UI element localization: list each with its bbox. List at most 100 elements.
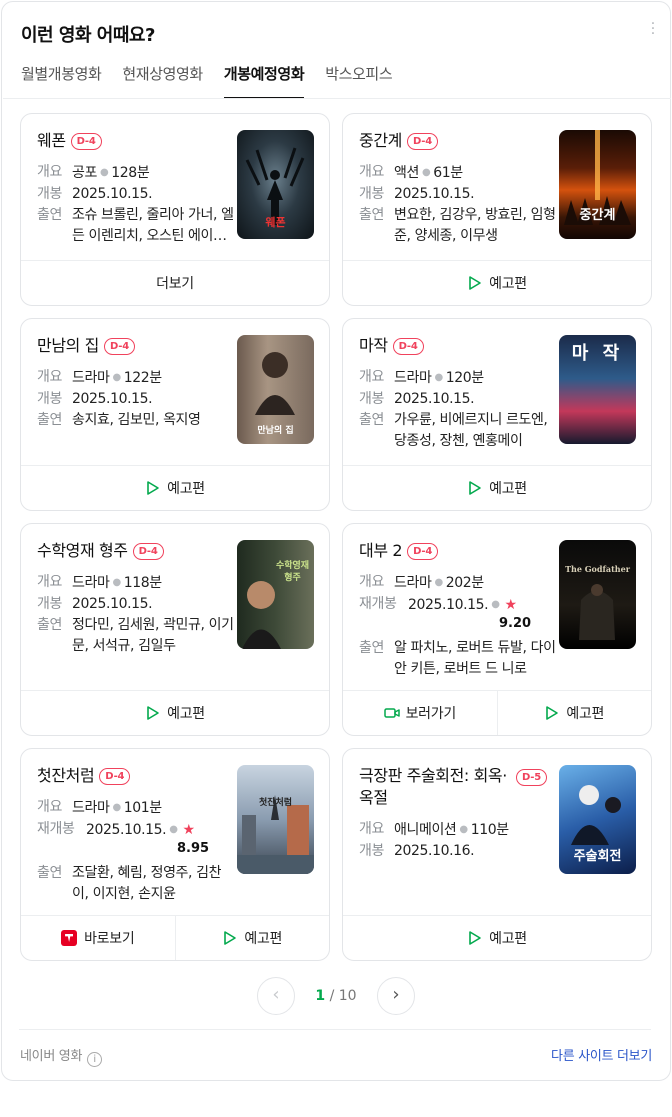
movie-card[interactable]: 수학영재 형주 D-4 개요 드라마 ● 118분 개봉 2025.10.15. 출연 정다…: [20, 523, 330, 736]
release-label: 개봉: [37, 596, 62, 612]
runtime-value: 120분: [445, 370, 484, 386]
release-label: 개봉: [37, 186, 62, 202]
rating-score: 9.20: [499, 616, 532, 631]
trailer-button[interactable]: 예고편: [343, 261, 651, 305]
trailer-button[interactable]: 예고편: [174, 916, 330, 960]
watch-button[interactable]: 보러가기: [343, 691, 497, 735]
genre-label: 개요: [359, 821, 384, 837]
tab-monthly-release[interactable]: 월별개봉영화: [21, 62, 102, 99]
current-page: 1: [315, 988, 326, 1004]
prev-page-button[interactable]: ‹: [257, 977, 295, 1015]
genre-label: 개요: [37, 164, 62, 180]
movie-card[interactable]: 웨폰 D-4 개요 공포 ● 128분 개봉 2025.10.15. 출연 조슈 브롤린, …: [20, 113, 330, 306]
cast-value: 알 파치노, 로버트 듀발, 다이안 키튼, 로버트 드 니로: [394, 640, 556, 677]
genre-value: 드라마: [72, 575, 110, 591]
genre-value: 애니메이션: [394, 822, 457, 838]
release-label: 개봉: [359, 391, 384, 407]
d-day-badge: D-4: [407, 543, 439, 560]
movie-poster[interactable]: 웨폰: [237, 130, 314, 239]
release-date: 2025.10.15.: [72, 391, 153, 407]
tab-upcoming[interactable]: 개봉예정영화: [223, 62, 305, 99]
play-icon: [147, 706, 159, 720]
movie-title[interactable]: 첫잔처럼 D-4: [37, 765, 237, 787]
runtime-value: 122분: [123, 370, 162, 386]
movie-title[interactable]: 극장판 주술회전: 회옥·옥절: [359, 765, 519, 809]
more-button[interactable]: 더보기: [21, 261, 329, 305]
genre-value: 드라마: [394, 370, 432, 386]
movie-poster[interactable]: 중간계: [559, 130, 636, 239]
page-indicator: 1 / 10: [295, 977, 377, 1015]
info-icon[interactable]: i: [87, 1052, 103, 1067]
movie-title[interactable]: 중간계 D-4: [359, 130, 559, 152]
cast-value: 조달환, 혜림, 정영주, 김찬이, 이지현, 손지윤: [72, 865, 222, 902]
release-date: 2025.10.15.: [408, 597, 489, 613]
movie-poster[interactable]: 만남의 집: [237, 335, 314, 444]
runtime-value: 101분: [123, 800, 162, 816]
movie-card[interactable]: 첫잔처럼 D-4 개요 드라마 ● 101분 재개봉 2025.10.15. ● ★ 출연 조달…: [20, 748, 330, 961]
genre-label: 개요: [359, 164, 384, 180]
more-options-icon[interactable]: · · ·: [650, 17, 656, 41]
runtime-value: 118분: [123, 575, 162, 591]
tab-box-office[interactable]: 박스오피스: [325, 62, 392, 99]
cast-value: 송지효, 김보민, 옥지영: [72, 412, 201, 428]
star-icon: ★: [182, 822, 196, 838]
movie-poster[interactable]: 수학영재 형주: [237, 540, 314, 649]
trailer-button[interactable]: 예고편: [343, 466, 651, 510]
other-sites-link[interactable]: 다른 사이트 더보기: [551, 1045, 652, 1064]
trailer-button[interactable]: 예고편: [21, 466, 329, 510]
movie-title[interactable]: 웨폰 D-4: [37, 130, 237, 152]
movie-card[interactable]: 대부 2 D-4 개요 드라마 ● 202분 재개봉 2025.10.15. ● ★ 출연 알 …: [342, 523, 652, 736]
cast-label: 출연: [359, 640, 384, 656]
movie-card[interactable]: 만남의 집 D-4 개요 드라마 ● 122분 개봉 2025.10.15. 출연 송지효,…: [20, 318, 330, 511]
play-icon: [469, 931, 481, 945]
total-pages: / 10: [329, 988, 357, 1004]
movie-card[interactable]: 극장판 주술회전: 회옥·옥절 D-5 개요 애니메이션 ● 110분 개봉 2025.…: [342, 748, 652, 961]
d-day-badge: D-4: [132, 543, 164, 560]
movie-title[interactable]: 대부 2 D-4: [359, 540, 559, 562]
movie-poster[interactable]: 마 작: [559, 335, 636, 444]
cast-label: 출연: [359, 207, 384, 223]
genre-label: 개요: [37, 574, 62, 590]
release-label: 개봉: [37, 391, 62, 407]
movie-poster[interactable]: 첫잔처럼: [237, 765, 314, 874]
rerelease-label: 재개봉: [359, 596, 397, 612]
release-date: 2025.10.16.: [394, 843, 475, 859]
movie-poster[interactable]: The Godfather: [559, 540, 636, 649]
poster-title-text: 웨폰: [265, 216, 286, 229]
movie-card[interactable]: 중간계 D-4 개요 액션 ● 61분 개봉 2025.10.15. 출연 변요한, 김강우…: [342, 113, 652, 306]
star-icon: ★: [504, 597, 518, 613]
genre-label: 개요: [37, 799, 62, 815]
runtime-value: 128분: [111, 165, 150, 181]
play-icon: [469, 481, 481, 495]
d-day-badge: D-4: [70, 133, 102, 150]
poster-title-text: 주술회전: [573, 849, 622, 864]
genre-label: 개요: [359, 574, 384, 590]
play-icon: [546, 706, 559, 720]
cast-label: 출연: [37, 412, 62, 428]
tving-logo-icon: [61, 930, 78, 946]
trailer-button[interactable]: 예고편: [496, 691, 652, 735]
pagination: ‹ 1 / 10 ›: [257, 977, 415, 1015]
movie-card[interactable]: 마작 D-4 개요 드라마 ● 120분 개봉 2025.10.15. 출연 가우륜, 비에…: [342, 318, 652, 511]
release-date: 2025.10.15.: [394, 186, 475, 202]
movie-title[interactable]: 수학영재 형주 D-4: [37, 540, 237, 562]
d-day-badge: D-5: [516, 769, 547, 786]
movie-title[interactable]: 만남의 집 D-4: [37, 335, 237, 357]
watch-now-button[interactable]: 바로보기: [21, 916, 175, 960]
movie-title[interactable]: 마작 D-4: [359, 335, 559, 357]
release-date: 2025.10.15.: [394, 391, 475, 407]
release-label: 개봉: [359, 186, 384, 202]
trailer-button[interactable]: 예고편: [343, 916, 651, 960]
release-label: 개봉: [359, 843, 384, 859]
trailer-button[interactable]: 예고편: [21, 691, 329, 735]
runtime-value: 61분: [433, 165, 463, 181]
poster-title-text: The Godfather: [565, 564, 630, 574]
genre-value: 액션: [394, 165, 419, 181]
release-date: 2025.10.15.: [72, 186, 153, 202]
release-date: 2025.10.15.: [72, 596, 153, 612]
chevron-left-icon: ‹: [272, 984, 280, 1005]
next-page-button[interactable]: ›: [377, 977, 415, 1015]
tab-now-showing[interactable]: 현재상영영화: [122, 62, 203, 99]
rerelease-label: 재개봉: [37, 821, 75, 837]
movie-poster[interactable]: 주술회전: [559, 765, 636, 874]
